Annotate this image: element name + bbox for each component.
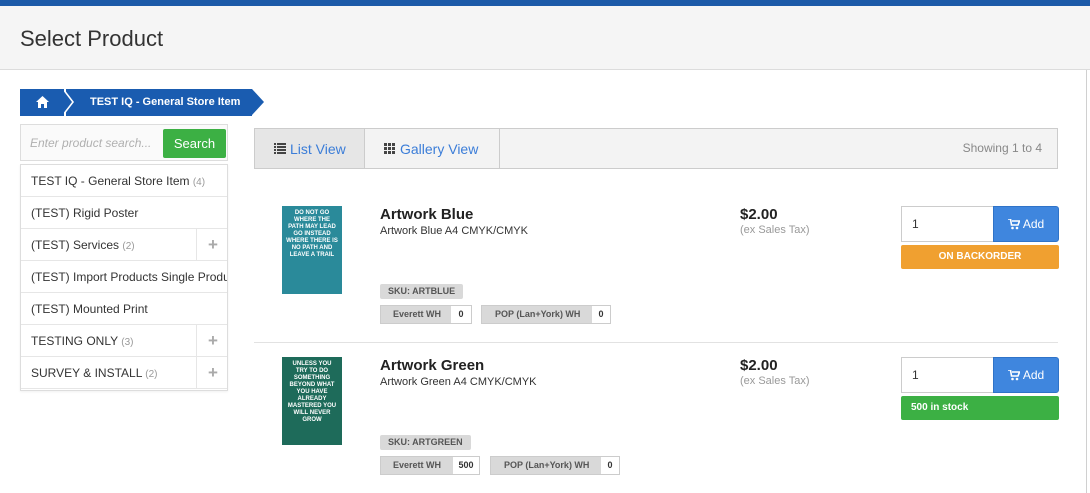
product-search: Search xyxy=(20,124,228,161)
category-item[interactable]: (TEST) Mounted Print xyxy=(21,293,227,325)
home-icon xyxy=(36,96,49,108)
page-header: Select Product xyxy=(0,6,1090,70)
warehouse-qty: 0 xyxy=(598,309,604,319)
category-label: TESTING ONLY (3) xyxy=(31,334,133,348)
warehouse-stock: Everett WH 0 xyxy=(380,305,472,324)
category-label: TEST IQ - General Store Item (4) xyxy=(31,174,205,188)
add-to-cart-button[interactable]: Add xyxy=(993,206,1059,242)
sku-badge: SKU: ARTBLUE xyxy=(380,284,464,299)
thumbnail-art-text: UNLESS YOU TRY TO DO SOMETHING BEYOND WH… xyxy=(287,361,337,423)
warehouse-name: POP (Lan+York) WH xyxy=(491,457,601,474)
search-input[interactable] xyxy=(21,125,161,160)
view-toolbar: List View Gallery View Showing 1 to 4 xyxy=(254,128,1058,169)
quantity-input[interactable] xyxy=(901,206,994,242)
category-name: (TEST) Services xyxy=(31,238,120,252)
results-count: Showing 1 to 4 xyxy=(962,141,1042,155)
category-label: (TEST) Services (2) xyxy=(31,238,135,252)
warehouse-stock: POP (Lan+York) WH 0 xyxy=(490,456,620,475)
add-label: Add xyxy=(1022,368,1045,382)
list-icon xyxy=(274,143,286,154)
category-item[interactable]: TEST IQ - General Store Item (4) xyxy=(21,165,227,197)
add-label: Add xyxy=(1022,217,1045,231)
category-label: (TEST) Import Products Single Product xyxy=(31,270,228,284)
product-row: UNLESS YOU TRY TO DO SOMETHING BEYOND WH… xyxy=(254,357,1059,493)
tab-list-label: List View xyxy=(290,141,346,157)
product-description: Artwork Blue A4 CMYK/CMYK xyxy=(380,225,528,237)
breadcrumb-home[interactable] xyxy=(20,89,64,116)
warehouse-name: Everett WH xyxy=(381,306,451,323)
warehouse-stock: POP (Lan+York) WH 0 xyxy=(481,305,611,324)
product-row: DO NOT GO WHERE THE PATH MAY LEAD GO INS… xyxy=(254,206,1059,356)
expand-plus-icon[interactable]: + xyxy=(196,357,227,388)
price-tax-note: (ex Sales Tax) xyxy=(740,375,810,387)
category-count: (2) xyxy=(145,369,158,380)
product-thumbnail[interactable]: DO NOT GO WHERE THE PATH MAY LEAD GO INS… xyxy=(282,206,342,294)
stock-status-badge: 500 in stock xyxy=(901,396,1059,420)
search-button[interactable]: Search xyxy=(163,129,226,158)
warehouse-qty: 0 xyxy=(607,460,613,470)
category-name: (TEST) Mounted Print xyxy=(31,302,148,316)
warehouse-name: Everett WH xyxy=(381,457,453,474)
breadcrumb-current[interactable]: TEST IQ - General Store Item xyxy=(66,89,252,116)
expand-plus-icon[interactable]: + xyxy=(196,229,227,260)
page-title: Select Product xyxy=(20,26,164,51)
warehouse-qty: 500 xyxy=(458,460,474,470)
warehouse-name: POP (Lan+York) WH xyxy=(482,306,592,323)
category-label: SURVEY & INSTALL (2) xyxy=(31,366,158,380)
category-name: (TEST) Rigid Poster xyxy=(31,206,139,220)
product-name[interactable]: Artwork Green xyxy=(380,357,484,374)
category-item[interactable]: SURVEY & INSTALL (2) + xyxy=(21,357,227,389)
product-name[interactable]: Artwork Blue xyxy=(380,206,473,223)
cart-icon xyxy=(1007,218,1021,230)
category-count: (2) xyxy=(122,241,135,252)
category-count: (4) xyxy=(192,177,206,188)
category-count: (3) xyxy=(121,337,134,348)
thumbnail-art-text: DO NOT GO WHERE THE PATH MAY LEAD GO INS… xyxy=(286,210,338,258)
category-list: TEST IQ - General Store Item (4) (TEST) R… xyxy=(20,164,228,391)
category-name: TESTING ONLY xyxy=(31,334,118,348)
category-item[interactable]: (TEST) Services (2) + xyxy=(21,229,227,261)
product-thumbnail[interactable]: UNLESS YOU TRY TO DO SOMETHING BEYOND WH… xyxy=(282,357,342,445)
tab-gallery-label: Gallery View xyxy=(400,141,479,157)
sku-badge: SKU: ARTGREEN xyxy=(380,435,471,450)
category-item[interactable]: TESTING ONLY (3) + xyxy=(21,325,227,357)
warehouse-stock: Everett WH 500 xyxy=(380,456,480,475)
panel-edge xyxy=(1086,70,1087,493)
category-name: (TEST) Import Products Single Product xyxy=(31,270,228,284)
expand-plus-icon[interactable]: + xyxy=(196,325,227,356)
breadcrumb-label: TEST IQ - General Store Item xyxy=(90,96,241,108)
breadcrumb-home-arrow xyxy=(62,89,72,115)
category-name: TEST IQ - General Store Item xyxy=(31,174,190,188)
cart-icon xyxy=(1007,369,1021,381)
product-description: Artwork Green A4 CMYK/CMYK xyxy=(380,376,537,388)
category-label: (TEST) Mounted Print xyxy=(31,302,148,316)
category-label: (TEST) Rigid Poster xyxy=(31,206,138,220)
product-price: $2.00 xyxy=(740,357,778,374)
stock-status-badge: ON BACKORDER xyxy=(901,245,1059,269)
grid-icon xyxy=(384,143,395,154)
tab-list-view[interactable]: List View xyxy=(255,129,365,168)
quantity-input[interactable] xyxy=(901,357,994,393)
tab-gallery-view[interactable]: Gallery View xyxy=(365,129,500,168)
price-tax-note: (ex Sales Tax) xyxy=(740,224,810,236)
category-name: SURVEY & INSTALL xyxy=(31,366,142,380)
breadcrumb-arrow xyxy=(252,89,264,115)
warehouse-qty: 0 xyxy=(458,309,464,319)
category-item[interactable]: (TEST) Import Products Single Product xyxy=(21,261,228,293)
product-divider xyxy=(254,342,1058,343)
category-item[interactable]: (TEST) Rigid Poster xyxy=(21,197,227,229)
add-to-cart-button[interactable]: Add xyxy=(993,357,1059,393)
product-price: $2.00 xyxy=(740,206,778,223)
